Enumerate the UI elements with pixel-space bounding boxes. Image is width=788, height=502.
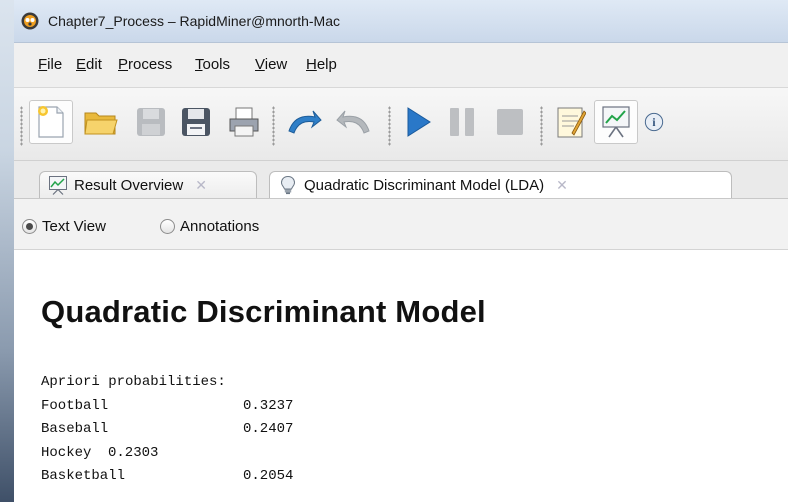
class-label: Football <box>41 397 109 414</box>
model-text-output: Apriori probabilities: Football 0.3237 B… <box>41 371 293 489</box>
info-button[interactable]: i <box>644 100 664 144</box>
window-title: Chapter7_Process – RapidMiner@mnorth-Mac <box>48 13 340 29</box>
menu-bar: File Edit Process Tools View Help <box>14 43 788 88</box>
design-perspective-icon <box>557 107 586 138</box>
tab-result-overview-label: Result Overview <box>74 176 184 194</box>
rapidminer-logo-icon <box>21 12 39 30</box>
model-output-panel: Quadratic Discriminant Model Apriori pro… <box>14 250 788 502</box>
menu-view-label: iew <box>264 56 288 73</box>
apriori-heading: Apriori probabilities: <box>41 371 226 395</box>
annotations-label: Annotations <box>180 217 260 235</box>
text-view-label: Text View <box>42 217 106 235</box>
result-perspective-button[interactable] <box>594 100 638 144</box>
new-process-button[interactable] <box>29 100 73 144</box>
menu-tools[interactable]: Tools <box>195 56 230 73</box>
open-button[interactable] <box>79 100 123 144</box>
tab-bar: Result Overview ✕ Quadratic Discriminant… <box>14 161 788 199</box>
tab-quadratic-discriminant-model-label: Quadratic Discriminant Model (LDA) <box>304 176 545 194</box>
app-window: Chapter7_Process – RapidMiner@mnorth-Mac… <box>14 0 788 502</box>
save-button[interactable] <box>129 100 173 144</box>
save-icon <box>137 108 165 136</box>
menu-help[interactable]: Help <box>306 56 337 73</box>
toolbar-grip[interactable] <box>20 106 23 146</box>
pause-button[interactable] <box>440 100 484 144</box>
print-button[interactable] <box>222 100 266 144</box>
info-icon: i <box>644 112 664 132</box>
svg-text:i: i <box>652 117 655 129</box>
model-title: Quadratic Discriminant Model <box>41 294 486 329</box>
run-icon <box>407 107 431 137</box>
tab-quadratic-discriminant-model[interactable]: Quadratic Discriminant Model (LDA) ✕ <box>269 171 732 198</box>
pause-icon <box>450 108 474 136</box>
menu-file-label: ile <box>47 56 63 73</box>
save-as-button[interactable] <box>174 100 218 144</box>
undo-button[interactable] <box>282 100 326 144</box>
title-bar: Chapter7_Process – RapidMiner@mnorth-Mac <box>14 0 788 43</box>
stop-button[interactable] <box>488 100 532 144</box>
probability-row: Basketball 0.2054 <box>41 465 293 489</box>
menu-help-label: elp <box>316 56 337 73</box>
desktop-edge <box>0 0 14 502</box>
probability-row: Baseball 0.2407 <box>41 418 293 442</box>
save-as-icon <box>182 108 210 136</box>
menu-file[interactable]: File <box>38 56 62 73</box>
radio-selected-indicator[interactable] <box>22 218 37 234</box>
toolbar-grip[interactable] <box>272 106 275 146</box>
menu-help-mnemonic: H <box>306 56 317 73</box>
open-folder-icon <box>84 112 118 135</box>
menu-view-mnemonic: V <box>255 56 265 73</box>
menu-edit[interactable]: Edit <box>76 56 102 73</box>
tab-close-icon[interactable]: ✕ <box>556 177 568 194</box>
probability-value: 0.3237 <box>243 397 294 414</box>
new-process-icon <box>38 106 64 138</box>
annotations-radio[interactable]: Annotations <box>160 216 259 236</box>
menu-process[interactable]: Process <box>118 56 172 73</box>
apriori-heading-text: Apriori probabilities: <box>41 374 226 390</box>
print-icon <box>229 107 259 137</box>
lightbulb-icon <box>280 175 296 195</box>
class-label: Hockey <box>41 444 92 461</box>
undo-icon <box>288 110 322 134</box>
tab-result-overview[interactable]: Result Overview ✕ <box>39 171 257 198</box>
probability-value: 0.2054 <box>243 468 294 484</box>
text-view-radio[interactable]: Text View <box>22 216 106 236</box>
menu-edit-mnemonic: E <box>76 56 87 73</box>
design-perspective-button[interactable] <box>548 100 592 144</box>
class-label: Basketball <box>41 468 126 484</box>
toolbar-grip[interactable] <box>388 106 391 146</box>
menu-tools-label: ools <box>202 56 231 73</box>
stop-icon <box>497 109 523 135</box>
menu-process-label: rocess <box>128 56 173 73</box>
probability-value: 0.2407 <box>243 421 294 437</box>
tab-close-icon[interactable]: ✕ <box>195 177 207 194</box>
redo-icon <box>336 110 370 134</box>
probability-row: Hockey 0.2303 <box>41 442 158 466</box>
toolbar-grip[interactable] <box>540 106 543 146</box>
toolbar: i <box>14 88 788 161</box>
result-perspective-icon <box>602 106 630 138</box>
redo-button[interactable] <box>332 100 376 144</box>
menu-tools-mnemonic: T <box>195 56 203 73</box>
class-label: Baseball <box>41 421 109 437</box>
menu-process-mnemonic: P <box>118 56 129 73</box>
view-options-bar: Text View Annotations <box>14 199 788 250</box>
menu-edit-label: dit <box>86 56 102 73</box>
radio-unselected-indicator[interactable] <box>160 218 175 234</box>
menu-file-mnemonic: F <box>38 56 48 73</box>
run-button[interactable] <box>396 100 440 144</box>
probability-value: 0.2303 <box>108 444 159 461</box>
probability-row: Football 0.3237 <box>41 395 293 419</box>
menu-view[interactable]: View <box>255 56 287 73</box>
chart-icon <box>49 176 67 195</box>
